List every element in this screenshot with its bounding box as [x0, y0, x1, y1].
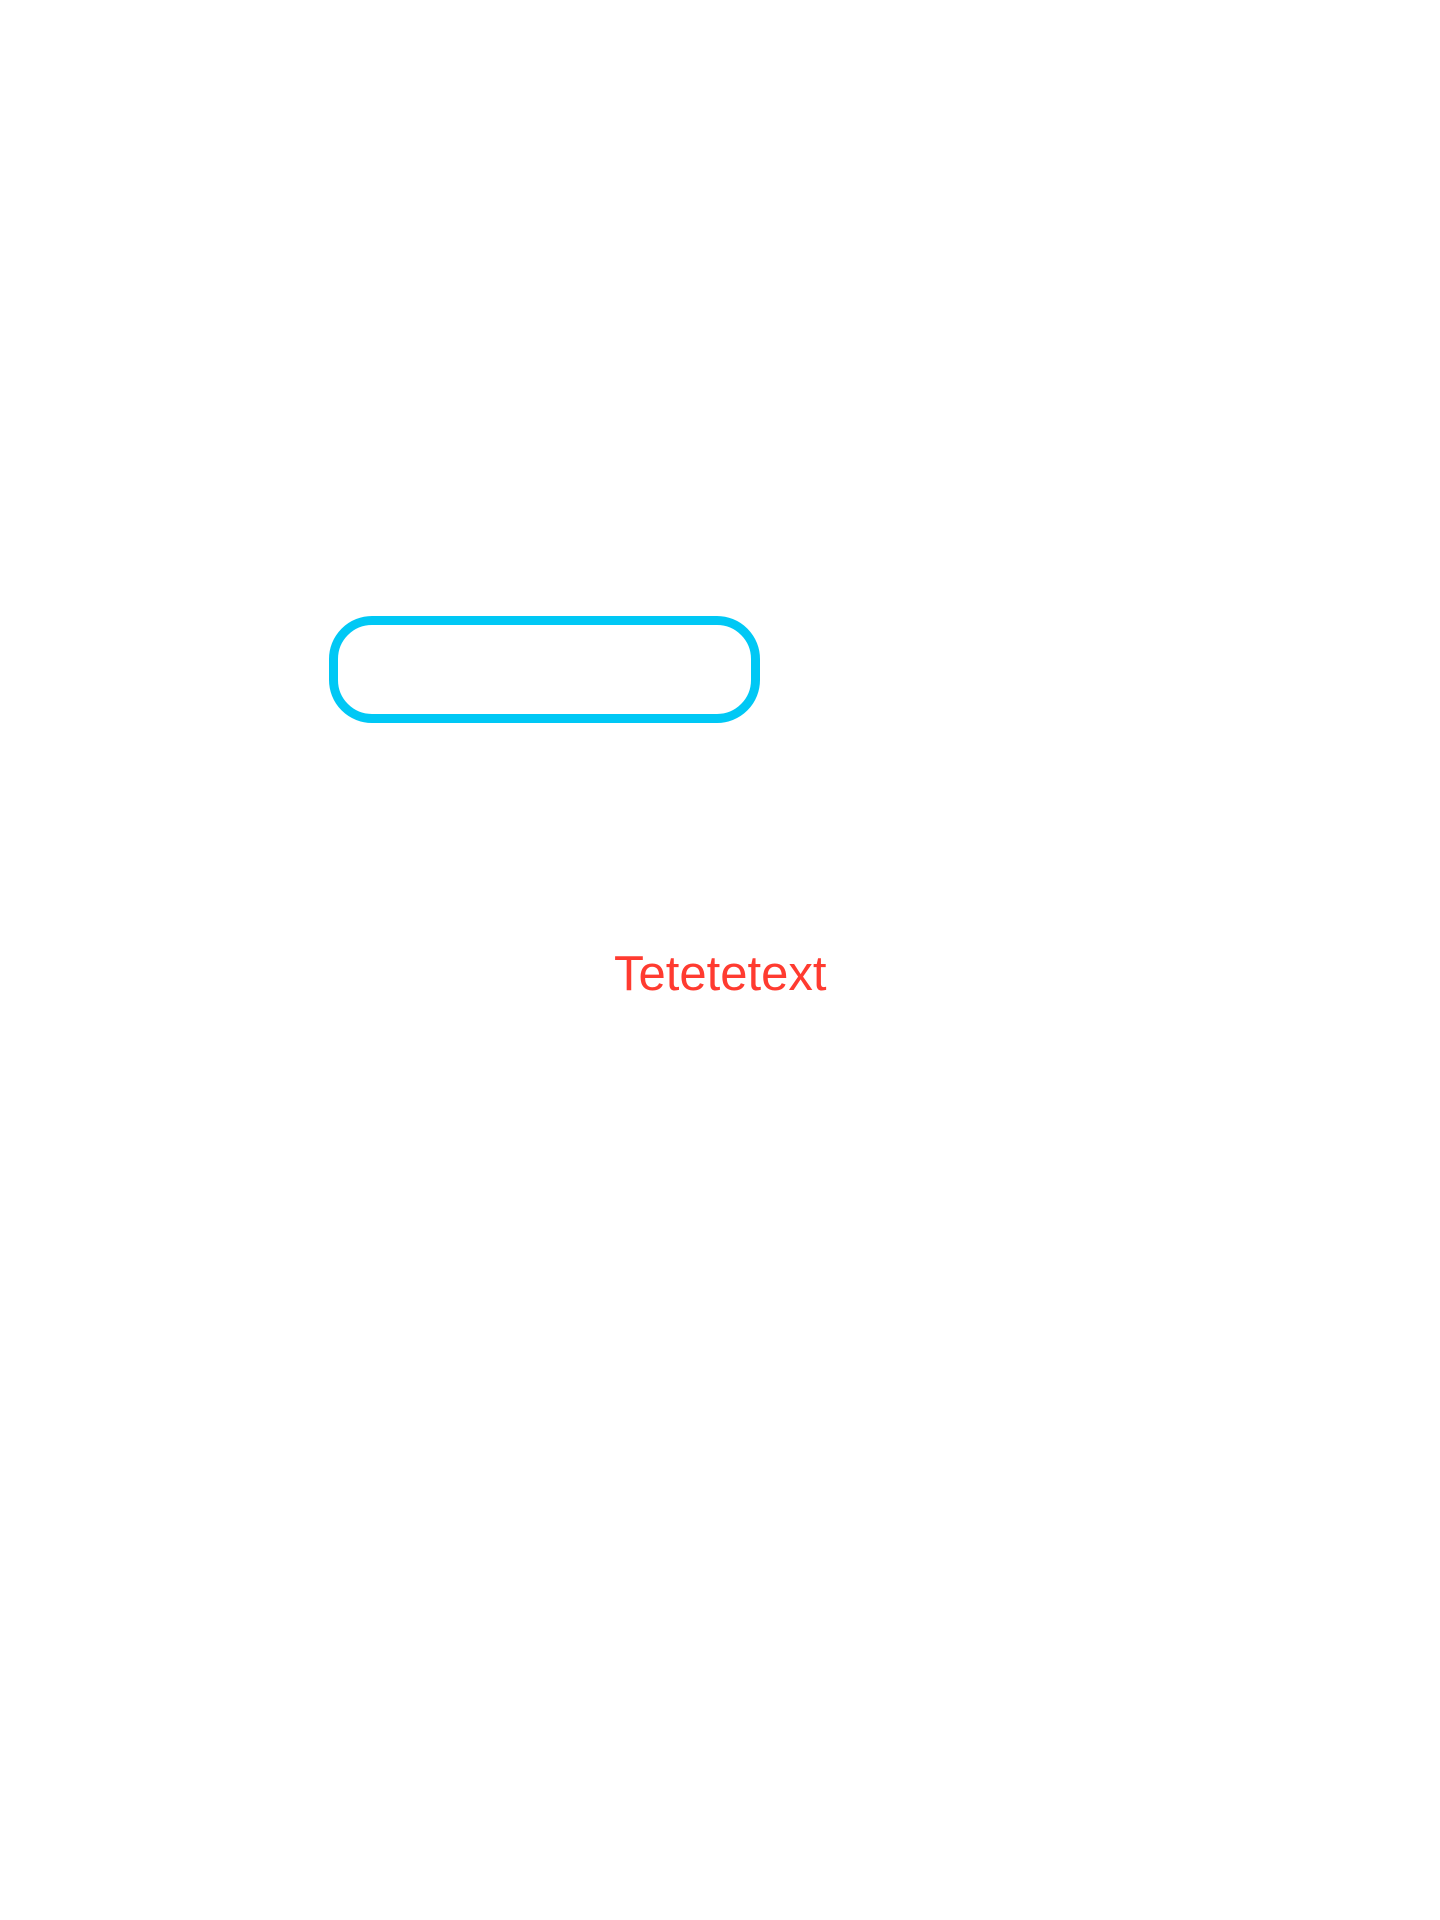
screen: Tetetetext — [0, 0, 1440, 1920]
text-label: Tetetetext — [614, 947, 827, 1001]
outlined-button[interactable] — [329, 616, 760, 723]
